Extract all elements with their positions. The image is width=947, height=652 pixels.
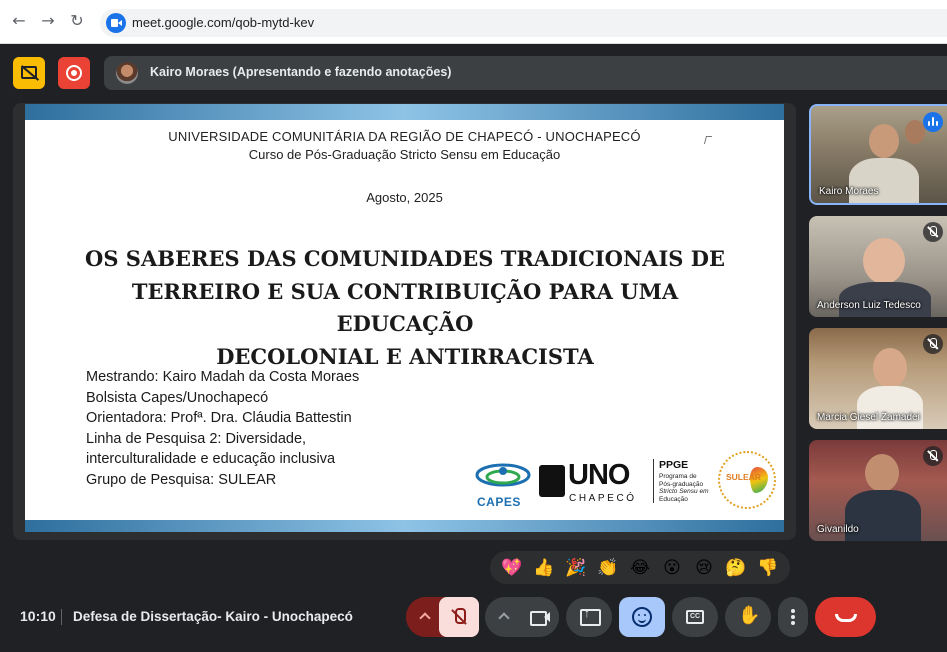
meeting-clock: 10:10 xyxy=(20,608,56,624)
presentation-slide: UNIVERSIDADE COMUNITÁRIA DA REGIÃO DE CH… xyxy=(25,104,784,532)
participant-tile[interactable]: Givanildo xyxy=(809,440,947,541)
participant-video-background-person xyxy=(905,120,925,144)
stop-share-icon xyxy=(21,66,37,79)
sulear-logo: SULEAR xyxy=(718,451,776,509)
info-line: Linha de Pesquisa 2: Diversidade, xyxy=(86,430,307,447)
reactions-button[interactable] xyxy=(619,597,665,637)
participant-video xyxy=(869,124,899,158)
participant-video xyxy=(873,348,907,388)
recording-button[interactable] xyxy=(58,57,90,89)
slide-title-line: OS SABERES DAS COMUNIDADES TRADICIONAIS … xyxy=(85,246,725,271)
presenter-banner: Kairo Moraes (Apresentando e fazendo ano… xyxy=(104,56,947,90)
mic-off-button[interactable] xyxy=(439,597,479,637)
present-screen-button[interactable] xyxy=(566,597,612,637)
more-options-button[interactable] xyxy=(778,597,808,637)
slide-bottom-band xyxy=(25,520,784,532)
raise-hand-button[interactable]: ✋ xyxy=(725,597,771,637)
stop-presenting-button[interactable] xyxy=(13,57,45,89)
hand-icon: ✋ xyxy=(738,605,761,626)
uno-logo-subtext: CHAPECÓ xyxy=(569,493,637,504)
reaction-heart-icon[interactable]: 💖 xyxy=(499,558,525,578)
address-bar[interactable]: meet.google.com/qob-mytd-kev xyxy=(100,9,947,37)
info-line: Bolsista Capes/Unochapecó xyxy=(86,389,269,406)
speaking-indicator-icon xyxy=(923,112,943,132)
mic-off-icon xyxy=(923,334,943,354)
slide-course: Curso de Pós-Graduação Stricto Sensu em … xyxy=(248,147,561,162)
browser-toolbar: ← → ↻ meet.google.com/qob-mytd-kev xyxy=(0,0,947,44)
reaction-thinking-icon[interactable]: 🤔 xyxy=(723,558,749,578)
uno-logo-text: UNO xyxy=(568,459,630,491)
info-line: Grupo de Pesquisa: SULEAR xyxy=(86,471,277,488)
more-vertical-icon xyxy=(791,609,795,613)
leave-call-button[interactable] xyxy=(815,597,876,637)
slide-top-band xyxy=(25,104,784,120)
info-line: Mestrando: Kairo Madah da Costa Moraes xyxy=(86,369,360,385)
capes-logo-text: CAPES xyxy=(477,495,521,509)
participant-name: Anderson Luiz Tedesco xyxy=(817,300,921,311)
slide-title: OS SABERES DAS COMUNIDADES TRADICIONAIS … xyxy=(65,243,745,373)
mic-off-icon xyxy=(923,446,943,466)
captions-button[interactable]: CC xyxy=(672,597,718,637)
participant-video xyxy=(865,454,899,492)
mic-off-icon xyxy=(923,222,943,242)
slide-date: Agosto, 2025 xyxy=(366,190,443,205)
slide-university: UNIVERSIDADE COMUNITÁRIA DA REGIÃO DE CH… xyxy=(168,129,641,144)
participant-name: Kairo Moraes xyxy=(819,186,879,197)
smiley-icon xyxy=(632,607,652,627)
presenter-avatar xyxy=(116,62,138,84)
slide-info: Mestrando: Kairo Madah da Costa Moraes B… xyxy=(86,367,466,490)
divider xyxy=(61,609,62,625)
info-line: Orientadora: Profª. Dra. Cláudia Battest… xyxy=(86,410,352,426)
back-arrow-icon[interactable]: ← xyxy=(8,10,30,32)
reaction-laughing-icon[interactable]: 😂 xyxy=(627,558,653,578)
presentation-stage: UNIVERSIDADE COMUNITÁRIA DA REGIÃO DE CH… xyxy=(13,103,796,540)
presenter-label: Kairo Moraes (Apresentando e fazendo ano… xyxy=(150,65,452,79)
camera-controls xyxy=(485,597,559,637)
microphone-controls xyxy=(406,597,479,637)
info-line: interculturalidade e educação inclusiva xyxy=(86,451,336,467)
participant-video xyxy=(863,238,905,284)
uno-badge-icon xyxy=(539,465,565,497)
record-icon xyxy=(66,65,82,81)
reaction-clapping-icon[interactable]: 👏 xyxy=(595,558,621,578)
participant-tile[interactable]: Marcia Giesel Zamadei xyxy=(809,328,947,429)
captions-icon: CC xyxy=(686,610,704,624)
meeting-title: Defesa de Dissertação- Kairo - Unochapec… xyxy=(73,609,353,624)
video-options-chevron-up-icon[interactable] xyxy=(485,597,521,637)
reaction-party-popper-icon[interactable]: 🎉 xyxy=(563,558,589,578)
forward-arrow-icon[interactable]: → xyxy=(37,10,59,32)
participant-name: Marcia Giesel Zamadei xyxy=(817,412,920,423)
uno-logo: UNO CHAPECÓ xyxy=(539,459,644,509)
participant-video-body xyxy=(849,158,919,203)
reaction-sad-icon[interactable]: 😢 xyxy=(691,558,717,578)
reload-icon[interactable]: ↻ xyxy=(66,10,88,32)
participant-tile[interactable]: Kairo Moraes xyxy=(809,104,947,205)
slide-title-line: TERREIRO E SUA CONTRIBUIÇÃO PARA UMA EDU… xyxy=(131,278,679,337)
reaction-thumbs-up-icon[interactable]: 👍 xyxy=(531,558,557,578)
camera-button[interactable] xyxy=(519,597,559,637)
url-text: meet.google.com/qob-mytd-kev xyxy=(132,15,315,30)
reaction-thumbs-down-icon[interactable]: 👎 xyxy=(755,558,781,578)
meet-site-icon xyxy=(106,13,126,33)
ppge-subtitle-line: Educação xyxy=(659,495,688,503)
reaction-surprised-icon[interactable]: 😮 xyxy=(659,558,685,578)
hang-up-icon xyxy=(835,614,857,622)
sulear-logo-text: SULEAR xyxy=(726,472,761,482)
reactions-bar: 💖 👍 🎉 👏 😂 😮 😢 🤔 👎 xyxy=(490,551,790,584)
participant-name: Givanildo xyxy=(817,524,859,535)
participant-tile[interactable]: Anderson Luiz Tedesco xyxy=(809,216,947,317)
